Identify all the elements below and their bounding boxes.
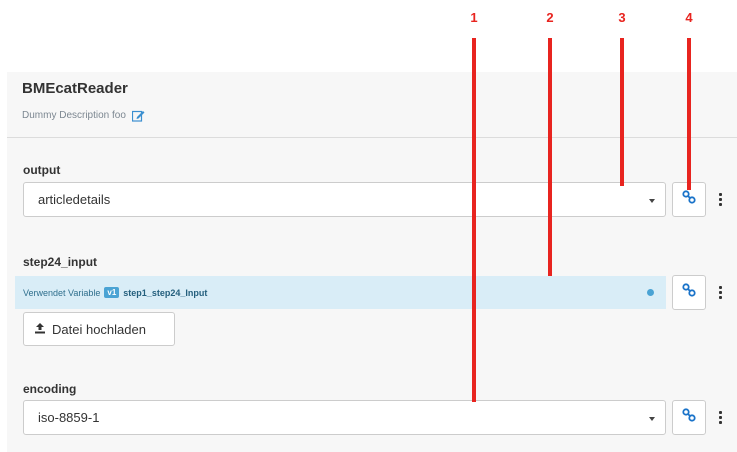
- link-icon: [682, 408, 696, 427]
- encoding-select-value: iso-8859-1: [38, 410, 100, 425]
- component-header: BMEcatReader Dummy Description foo: [7, 72, 737, 138]
- marker-number-4: 4: [685, 10, 693, 25]
- marker-number-1: 1: [470, 10, 478, 25]
- marker-line-4: [687, 38, 691, 190]
- marker-line-2: [548, 38, 552, 276]
- step24-input-label: step24_input: [23, 255, 98, 269]
- variable-prefix: Verwendet Variable: [23, 287, 101, 298]
- chevron-down-icon: [649, 417, 655, 421]
- variable-badge: v1: [104, 287, 120, 298]
- output-select-value: articledetails: [38, 192, 111, 207]
- encoding-select[interactable]: iso-8859-1: [23, 400, 666, 435]
- vertical-dots-icon: [718, 411, 722, 424]
- output-select[interactable]: articledetails: [23, 182, 666, 217]
- output-label: output: [23, 163, 61, 177]
- component-title: BMEcatReader: [22, 80, 128, 97]
- variable-name: step1_step24_Input: [123, 287, 208, 298]
- marker-number-3: 3: [618, 10, 626, 25]
- variable-reference-text: Verwendet Variable v1 step1_step24_Input: [23, 287, 207, 298]
- marker-line-1: [472, 38, 476, 402]
- step24-more-button[interactable]: [710, 275, 730, 310]
- clear-variable-icon[interactable]: [647, 289, 654, 296]
- encoding-label: encoding: [23, 382, 77, 396]
- component-description: Dummy Description foo: [22, 109, 145, 122]
- edit-icon[interactable]: [131, 109, 145, 122]
- description-text: Dummy Description foo: [22, 110, 126, 121]
- step24-link-button[interactable]: [672, 275, 706, 310]
- marker-number-2: 2: [546, 10, 554, 25]
- link-icon: [682, 190, 696, 209]
- chevron-down-icon: [649, 199, 655, 203]
- upload-label: Datei hochladen: [52, 321, 146, 337]
- component-panel: BMEcatReader Dummy Description foo: [7, 72, 737, 452]
- marker-line-3: [620, 38, 624, 186]
- output-more-button[interactable]: [710, 182, 730, 217]
- vertical-dots-icon: [718, 286, 722, 299]
- encoding-link-button[interactable]: [672, 400, 706, 435]
- link-icon: [682, 283, 696, 302]
- variable-reference-bar: Verwendet Variable v1 step1_step24_Input: [15, 276, 666, 309]
- upload-icon: [34, 322, 46, 337]
- vertical-dots-icon: [718, 193, 722, 206]
- encoding-more-button[interactable]: [710, 400, 730, 435]
- upload-file-button[interactable]: Datei hochladen: [23, 312, 175, 346]
